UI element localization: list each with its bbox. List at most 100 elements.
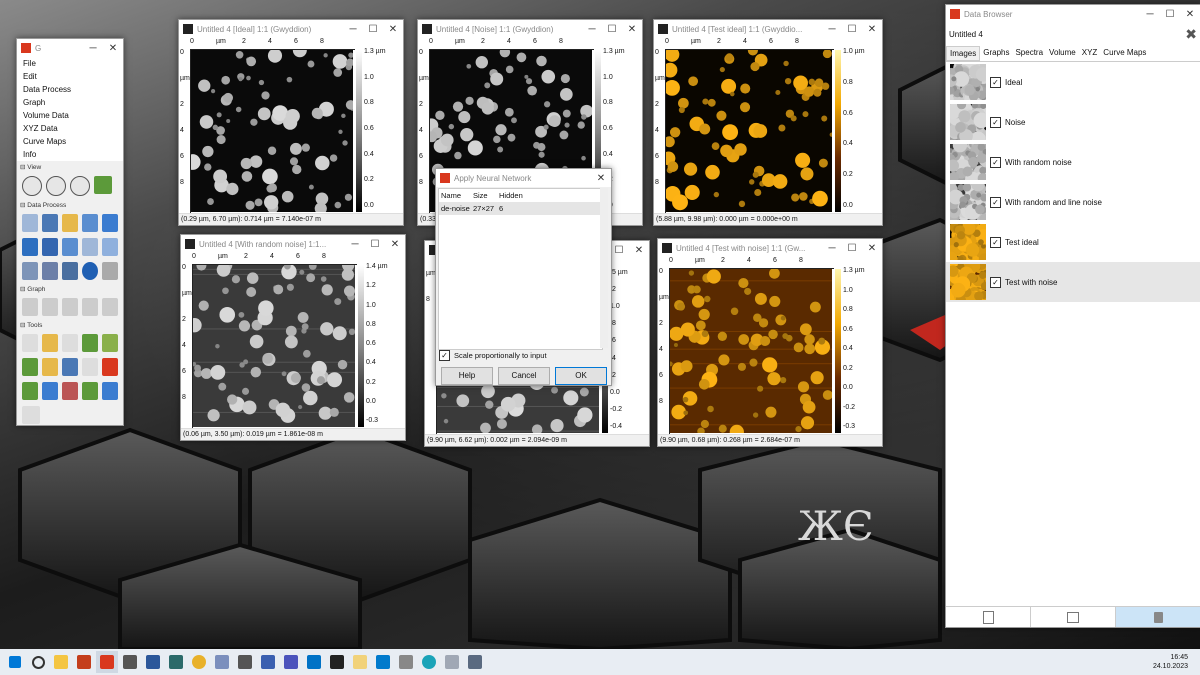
app-icon-5[interactable] — [119, 651, 141, 673]
zoom-in-icon[interactable] — [22, 176, 42, 196]
mask-icon[interactable] — [42, 262, 58, 280]
fix-zero-icon[interactable] — [42, 238, 58, 256]
chrome-icon[interactable] — [188, 651, 210, 673]
filter-icon[interactable] — [22, 262, 38, 280]
close-icon[interactable]: ✕ — [103, 43, 123, 54]
tab-curve-maps[interactable]: Curve Maps — [1100, 46, 1149, 61]
close-icon[interactable]: ✕ — [622, 24, 642, 35]
afm-height-image[interactable] — [670, 269, 832, 433]
zoom-1-1-icon[interactable] — [46, 176, 66, 196]
scale-checkbox-row[interactable]: ✓ Scale proportionally to input — [439, 350, 547, 361]
calculator-icon[interactable] — [464, 651, 486, 673]
visibility-checkbox[interactable]: ✓ — [990, 116, 1001, 128]
duplicate-icon[interactable] — [1031, 607, 1116, 627]
file-explorer-icon[interactable] — [50, 651, 72, 673]
scars-icon[interactable] — [62, 238, 78, 256]
data-browser-titlebar[interactable]: Data Browser ─ ☐ ✕ — [946, 5, 1200, 23]
line-tool-icon[interactable] — [22, 358, 38, 376]
delete-icon[interactable] — [1116, 607, 1200, 627]
tab-images[interactable]: Images — [946, 46, 981, 61]
scale-checkbox[interactable]: ✓ — [439, 350, 450, 361]
tab-graphs[interactable]: Graphs — [980, 46, 1012, 61]
3d-view-icon[interactable] — [94, 176, 112, 194]
selection-tool-icon[interactable] — [102, 382, 118, 400]
plane-level-icon[interactable] — [42, 214, 58, 232]
menu-curve-maps[interactable]: Curve Maps — [17, 135, 123, 148]
section-data-process[interactable]: ⊟ Data Process — [17, 199, 123, 211]
teams-icon[interactable] — [280, 651, 302, 673]
close-file-icon[interactable]: ✖ — [1185, 26, 1197, 43]
list-item[interactable]: ✓ Noise — [946, 102, 1200, 142]
minimize-icon[interactable]: ─ — [1140, 9, 1160, 20]
image-window-titlebar[interactable]: Untitled 4 [Noise] 1:1 (Gwyddion) ─ ☐ ✕ — [418, 20, 642, 38]
menu-info[interactable]: Info — [17, 148, 123, 161]
mask-tool-icon[interactable] — [62, 358, 78, 376]
col-size[interactable]: Size — [473, 191, 499, 200]
search-icon[interactable] — [27, 651, 49, 673]
menu-xyz-data[interactable]: XYZ Data — [17, 122, 123, 135]
image-window-titlebar[interactable]: Untitled 4 [Test ideal] 1:1 (Gwyddio... ─… — [654, 20, 882, 38]
visibility-checkbox[interactable]: ✓ — [990, 76, 1001, 88]
crop-icon[interactable] — [82, 214, 98, 232]
menu-graph[interactable]: Graph — [17, 96, 123, 109]
graph-measure-icon[interactable] — [82, 298, 98, 316]
maximize-icon[interactable]: ☐ — [1160, 9, 1180, 20]
app-icon-7[interactable] — [165, 651, 187, 673]
zoom-out-icon[interactable] — [70, 176, 90, 196]
close-icon[interactable]: ✕ — [862, 24, 882, 35]
maximize-icon[interactable]: ☐ — [602, 24, 622, 35]
profile-tool-icon[interactable] — [82, 334, 98, 352]
color-range-tool-icon[interactable] — [102, 358, 118, 376]
list-item[interactable]: ✓ Ideal — [946, 62, 1200, 102]
pointer-tool-icon[interactable] — [22, 334, 38, 352]
minimize-icon[interactable]: ─ — [345, 239, 365, 250]
menu-data-process[interactable]: Data Process — [17, 83, 123, 96]
visibility-checkbox[interactable]: ✓ — [990, 196, 1001, 208]
statistics-icon[interactable] — [62, 262, 78, 280]
app-icon-14[interactable] — [326, 651, 348, 673]
col-hidden[interactable]: Hidden — [499, 191, 523, 200]
visibility-checkbox[interactable]: ✓ — [990, 156, 1001, 168]
level-tool-icon[interactable] — [42, 382, 58, 400]
app-icon-10[interactable] — [234, 651, 256, 673]
fft-icon[interactable] — [102, 238, 118, 256]
image-window-titlebar[interactable]: Untitled 4 [Test with noise] 1:1 (Gw... ─… — [658, 239, 882, 257]
app-icon-9[interactable] — [211, 651, 233, 673]
close-icon[interactable]: ✕ — [385, 239, 405, 250]
list-item[interactable]: de-noise 27×27 6 — [439, 202, 602, 215]
maximize-icon[interactable]: ☐ — [365, 239, 385, 250]
maximize-icon[interactable]: ☐ — [363, 24, 383, 35]
windows-start-icon[interactable] — [4, 651, 26, 673]
minimize-icon[interactable]: ─ — [343, 24, 363, 35]
tab-spectra[interactable]: Spectra — [1012, 46, 1046, 61]
menu-edit[interactable]: Edit — [17, 70, 123, 83]
edit-icon[interactable] — [102, 262, 118, 280]
image-window-titlebar[interactable]: Untitled 4 [Ideal] 1:1 (Gwyddion) ─ ☐ ✕ — [179, 20, 403, 38]
vscode-icon[interactable] — [372, 651, 394, 673]
align-rows-icon[interactable] — [62, 214, 78, 232]
graph-curve-icon[interactable] — [62, 298, 78, 316]
menu-volume-data[interactable]: Volume Data — [17, 109, 123, 122]
list-item[interactable]: ✓ Test ideal — [946, 222, 1200, 262]
level-icon[interactable] — [22, 214, 38, 232]
afm-height-image[interactable] — [191, 50, 353, 212]
filter-tool-icon[interactable] — [22, 382, 38, 400]
app-icon-17[interactable] — [395, 651, 417, 673]
close-icon[interactable]: ✕ — [862, 243, 882, 254]
graph-peak-icon[interactable] — [42, 298, 58, 316]
afm-height-image[interactable] — [193, 265, 355, 427]
minimize-icon[interactable]: ─ — [822, 24, 842, 35]
spectro-tool-icon[interactable] — [102, 334, 118, 352]
tab-volume[interactable]: Volume — [1046, 46, 1079, 61]
ok-button[interactable]: OK — [555, 367, 607, 385]
help-button[interactable]: Help — [441, 367, 493, 385]
tab-xyz[interactable]: XYZ — [1079, 46, 1101, 61]
distance-tool-icon[interactable] — [42, 334, 58, 352]
sphere-icon[interactable] — [82, 262, 98, 280]
maximize-icon[interactable]: ☐ — [842, 24, 862, 35]
new-document-icon[interactable] — [946, 607, 1031, 627]
menu-file[interactable]: File — [17, 57, 123, 70]
minimize-icon[interactable]: ─ — [822, 243, 842, 254]
correct-tool-icon[interactable] — [82, 382, 98, 400]
powerpoint-icon[interactable] — [73, 651, 95, 673]
